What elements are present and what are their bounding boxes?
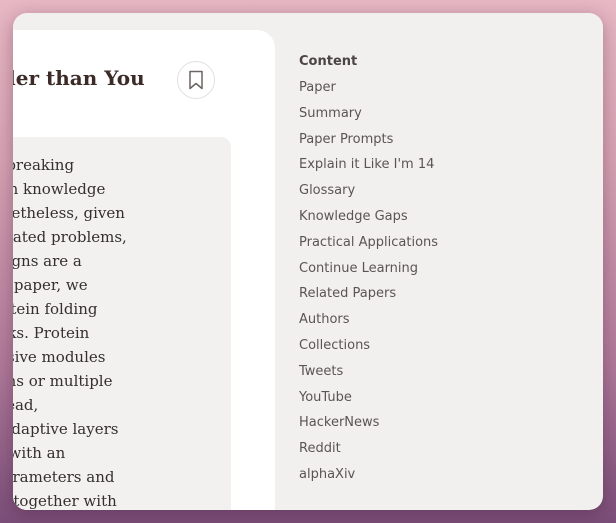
toc-item-knowledge-gaps[interactable]: Knowledge Gaps: [299, 208, 579, 234]
toc-list: Paper Summary Paper Prompts Explain it L…: [299, 79, 579, 492]
toc-item-reddit[interactable]: Reddit: [299, 440, 579, 466]
toc-item-tweets[interactable]: Tweets: [299, 363, 579, 389]
toc-item-glossary[interactable]: Glossary: [299, 182, 579, 208]
abstract-line-text: odels. In this paper, we: [13, 276, 88, 294]
toc-item-continue-learning[interactable]: Continue Learning: [299, 260, 579, 286]
abstract-line: eved groundbreaking: [13, 153, 211, 177]
abstract-line-text: ferent but related problems,: [13, 228, 127, 246]
abstract-line-text: domain. Instead,: [13, 396, 39, 414]
abstract-line: ng based protein folding: [13, 297, 211, 321]
abstract-line: epresentations or multiple: [13, 369, 211, 393]
abstract-line: rating domain knowledge: [13, 177, 211, 201]
abstract-line: itectural designs are a: [13, 249, 211, 273]
abstract-line-text: ng objective with an: [13, 444, 66, 462]
toc-item-paper[interactable]: Paper: [299, 79, 579, 105]
abstract-line-text: sformer blocks. Protein: [13, 324, 90, 342]
abstract-line-text: in structures together with: [13, 492, 117, 510]
toc-item-paper-prompts[interactable]: Paper Prompts: [299, 131, 579, 157]
abstract-line-text: Fold to 3B parameters and: [13, 468, 115, 486]
abstract-line-text: itectural designs are a: [13, 252, 82, 270]
abstract-line-text: eved groundbreaking: [13, 156, 75, 174]
abstract-line: onally expensive modules: [13, 345, 211, 369]
abstract-text: eved groundbreaking rating domain knowle…: [13, 153, 211, 510]
toc-item-related-papers[interactable]: Related Papers: [299, 285, 579, 311]
toc-item-hackernews[interactable]: HackerNews: [299, 414, 579, 440]
toc-item-youtube[interactable]: YouTube: [299, 389, 579, 415]
abstract-line: Fold to 3B parameters and: [13, 465, 211, 489]
article-title-text: mpler than You: [13, 66, 145, 90]
abstract-line: sformer blocks. Protein: [13, 321, 211, 345]
toc-heading: Content: [299, 54, 358, 69]
abstract-line: in structures together with: [13, 489, 211, 510]
abstract-line: odels. In this paper, we: [13, 273, 211, 297]
toc-item-summary[interactable]: Summary: [299, 105, 579, 131]
abstract-box: eved groundbreaking rating domain knowle…: [13, 137, 231, 510]
bookmark-button[interactable]: [177, 61, 215, 99]
abstract-line-text: epresentations or multiple: [13, 372, 113, 390]
abstract-line: domain. Instead,: [13, 393, 211, 417]
abstract-line-text: ipelines. Nonetheless, given: [13, 204, 125, 222]
table-of-contents: Content Paper Summary Paper Prompts Expl…: [299, 53, 579, 492]
abstract-line: ng objective with an: [13, 441, 211, 465]
bookmark-icon: [189, 70, 203, 90]
abstract-line-text: onally expensive modules: [13, 348, 106, 366]
abstract-line-text: ng based protein folding: [13, 300, 98, 318]
toc-item-explain-like-14[interactable]: Explain it Like I'm 14: [299, 156, 579, 182]
toc-item-practical-applications[interactable]: Practical Applications: [299, 234, 579, 260]
abstract-line: ipelines. Nonetheless, given: [13, 201, 211, 225]
article-title: mpler than You: [13, 66, 273, 90]
toc-item-collections[interactable]: Collections: [299, 337, 579, 363]
toc-item-alphaxiv[interactable]: alphaXiv: [299, 466, 579, 492]
abstract-line-text: blocks with adaptive layers: [13, 420, 119, 438]
abstract-line-text: rating domain knowledge: [13, 180, 106, 198]
abstract-line: ferent but related problems,: [13, 225, 211, 249]
toc-item-authors[interactable]: Authors: [299, 311, 579, 337]
popup-window: mpler than You eved groundbreaking ratin…: [13, 13, 603, 510]
abstract-line: blocks with adaptive layers: [13, 417, 211, 441]
